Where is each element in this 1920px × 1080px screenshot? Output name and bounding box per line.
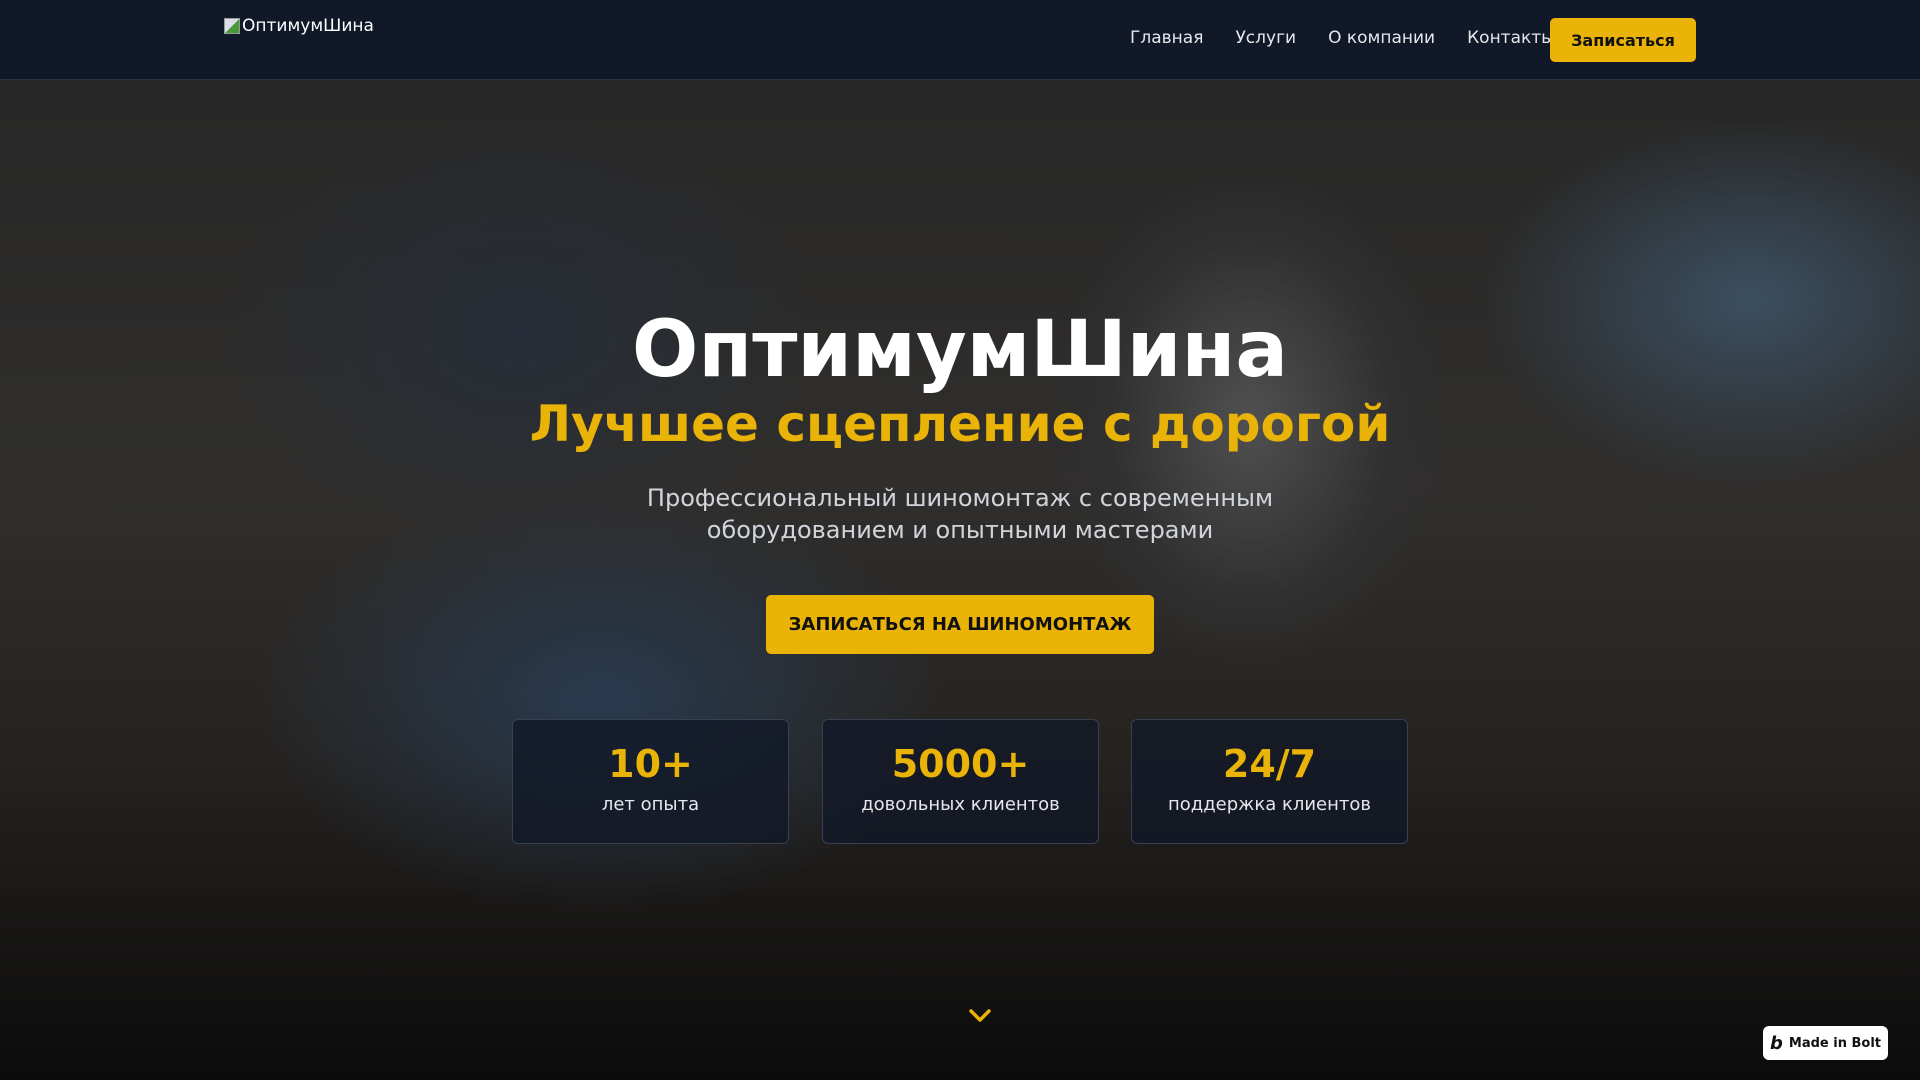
stat-value: 10+ [608,742,693,786]
stat-label: довольных клиентов [861,794,1060,815]
stat-label: поддержка клиентов [1167,794,1372,815]
nav-contacts[interactable]: Контакты [1467,28,1555,48]
stat-value: 24/7 [1222,742,1317,786]
stat-card: 24/7 поддержка клиентов [1131,719,1408,844]
stat-card: 5000+ довольных клиентов [822,719,1099,844]
nav-about[interactable]: О компании [1328,28,1435,48]
bolt-logo-icon: b [1770,1032,1783,1054]
book-tire-service-button[interactable]: ЗАПИСАТЬСЯ НА ШИНОМОНТАЖ [766,595,1154,654]
made-in-bolt-badge[interactable]: b Made in Bolt [1763,1026,1888,1060]
logo-alt-text: ОптимумШина [242,16,374,36]
chevron-down-icon[interactable] [966,1004,994,1028]
logo[interactable]: ОптимумШина [224,16,374,36]
nav-home[interactable]: Главная [1130,28,1203,48]
hero-description: Профессиональный шиномонтаж с современны… [646,484,1274,544]
badge-label: Made in Bolt [1788,1035,1881,1051]
stat-label: лет опыта [601,794,700,815]
site-header: ОптимумШина Главная Услуги О компании Ко… [0,0,1920,80]
broken-image-icon [224,18,240,34]
hero-title: ОптимумШина [632,305,1288,395]
stat-value: 5000+ [891,742,1030,786]
signup-button[interactable]: Записаться [1550,18,1696,62]
nav-services[interactable]: Услуги [1235,28,1296,48]
hero-subtitle: Лучшее сцепление с дорогой [529,395,1391,453]
stat-card: 10+ лет опыта [512,719,789,844]
main-nav: Главная Услуги О компании Контакты [1130,28,1555,48]
